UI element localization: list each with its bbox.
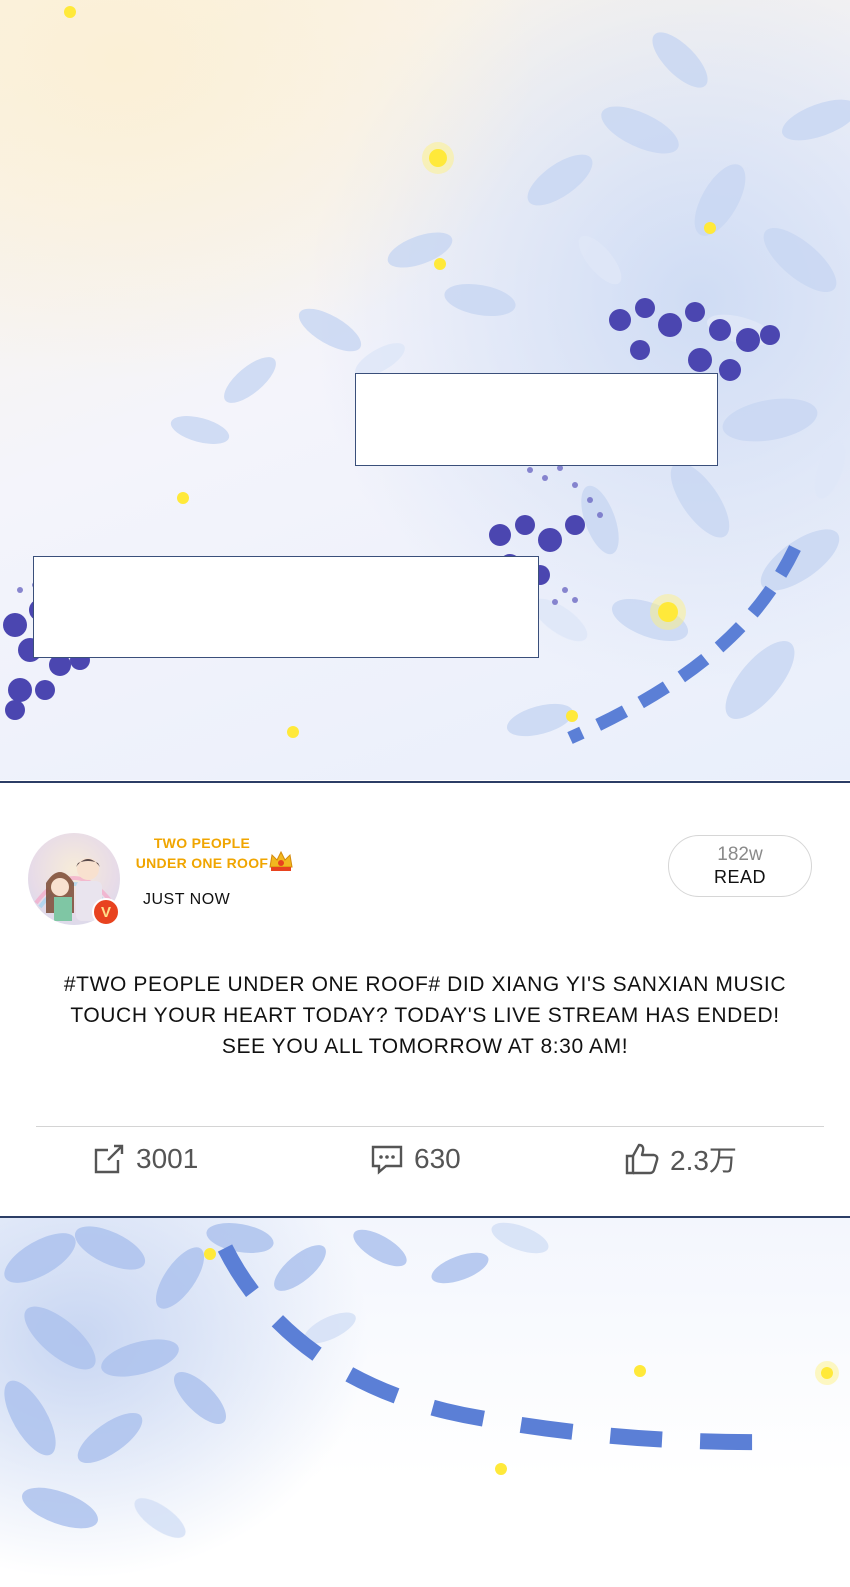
top-illustration-panel bbox=[0, 0, 850, 780]
leaves-background-bottom bbox=[4, 1222, 839, 1538]
account-name[interactable]: TWO PEOPLE UNDER ONE ROOF bbox=[132, 833, 272, 873]
comment-button[interactable]: 630 bbox=[370, 1141, 461, 1177]
bottom-illustration-panel bbox=[0, 1218, 850, 1587]
read-label: READ bbox=[713, 867, 766, 887]
social-post-card: V TWO PEOPLE UNDER ONE ROOF JUST NOW 182… bbox=[0, 781, 850, 1218]
like-button[interactable]: 2.3万 bbox=[624, 1141, 737, 1177]
ribbon-dashed-line bbox=[567, 545, 801, 744]
share-button[interactable]: 3001 bbox=[92, 1141, 198, 1177]
share-icon bbox=[94, 1144, 124, 1174]
verified-badge: V bbox=[92, 898, 120, 926]
comment-icon bbox=[371, 1145, 403, 1175]
thumbs-up-icon bbox=[625, 1143, 659, 1175]
comment-count: 630 bbox=[414, 1143, 461, 1174]
empty-caption-box-lower bbox=[33, 556, 539, 658]
empty-caption-box-upper bbox=[355, 373, 718, 466]
like-count: 2.3万 bbox=[670, 1145, 737, 1176]
post-body-text: #TWO PEOPLE UNDER ONE ROOF# DID XIANG YI… bbox=[63, 973, 787, 1058]
action-divider bbox=[36, 1126, 824, 1127]
post-timestamp: JUST NOW bbox=[143, 891, 231, 908]
read-count: 182w bbox=[717, 844, 763, 865]
share-count: 3001 bbox=[136, 1143, 199, 1174]
crown-icon bbox=[269, 850, 293, 871]
read-count-pill: 182w READ bbox=[668, 835, 812, 897]
